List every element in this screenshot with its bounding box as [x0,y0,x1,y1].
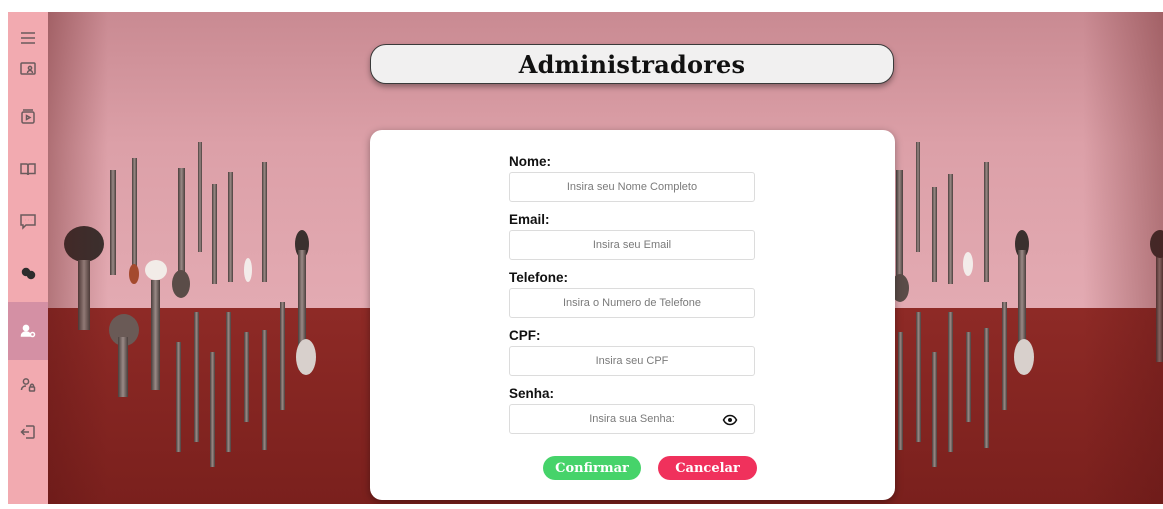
form-actions: Confirmar Cancelar [543,456,757,480]
phone-placeholder: Insira o Numero de Telefone [563,297,701,309]
right-vignette [1083,12,1163,504]
chat-icon [20,214,36,230]
sidebar-item-screen[interactable] [8,50,48,88]
app-frame: Administradores Nome: Insira seu Nome Co… [8,12,1163,504]
show-password-icon[interactable] [722,412,738,428]
sidebar-item-media[interactable] [8,94,48,140]
left-vignette [48,12,108,504]
logout-icon [20,425,35,439]
cancel-button[interactable]: Cancelar [658,456,757,480]
email-placeholder: Insira seu Email [592,239,672,251]
page-title: Administradores [518,49,746,79]
user-lock-icon [20,378,36,392]
phone-label: Telefone: [509,270,569,285]
phone-input[interactable]: Insira o Numero de Telefone [509,288,755,318]
sidebar-item-chat[interactable] [8,198,48,244]
password-input[interactable]: Insira sua Senha: [509,404,755,434]
password-label: Senha: [509,386,555,401]
name-placeholder: Insira seu Nome Completo [566,181,698,193]
confirm-button[interactable]: Confirmar [543,456,641,480]
sidebar-item-logout[interactable] [8,410,48,454]
menu-icon [21,32,35,44]
page-title-container: Administradores [370,44,894,84]
book-icon [20,163,36,176]
admin-form: Nome: Insira seu Nome Completo Email: In… [509,152,756,442]
name-label: Nome: [509,154,552,169]
admin-form-card: Nome: Insira seu Nome Completo Email: In… [370,130,895,500]
cpf-label: CPF: [509,328,541,343]
sidebar-item-palette[interactable] [8,250,48,296]
admin-user-icon [20,324,36,338]
password-placeholder: Insira sua Senha: [589,413,675,425]
sidebar-item-user-lock[interactable] [8,364,48,406]
cpf-input[interactable]: Insira seu CPF [509,346,755,376]
sidebar-item-admins[interactable] [8,302,48,360]
email-label: Email: [509,212,550,227]
media-icon [21,109,35,124]
background-scene: Administradores Nome: Insira seu Nome Co… [48,12,1163,504]
name-input[interactable]: Insira seu Nome Completo [509,172,755,202]
email-input[interactable]: Insira seu Email [509,230,755,260]
sidebar-item-book[interactable] [8,146,48,192]
cpf-placeholder: Insira seu CPF [595,355,669,367]
screen-user-icon [20,62,36,75]
sidebar [8,12,48,504]
palette-icon [21,267,36,280]
